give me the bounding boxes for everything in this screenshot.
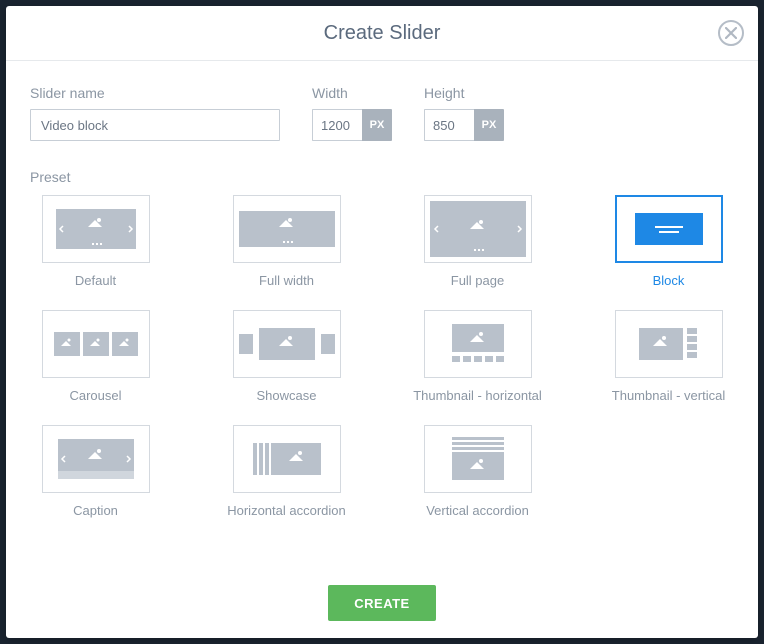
preview-block-icon bbox=[621, 201, 717, 257]
slider-name-input[interactable] bbox=[30, 109, 280, 141]
modal-footer: CREATE bbox=[6, 568, 758, 638]
preset-caption[interactable]: Caption bbox=[30, 425, 161, 518]
preset-thumb bbox=[233, 310, 341, 378]
preset-section-label: Preset bbox=[30, 169, 734, 185]
preset-thumb bbox=[424, 195, 532, 263]
preset-label: Showcase bbox=[257, 388, 317, 403]
width-label: Width bbox=[312, 85, 392, 101]
height-label: Height bbox=[424, 85, 504, 101]
preset-label: Thumbnail - horizontal bbox=[413, 388, 542, 403]
preset-showcase[interactable]: Showcase bbox=[221, 310, 352, 403]
preset-thumb bbox=[424, 425, 532, 493]
preset-block[interactable]: Block bbox=[603, 195, 734, 288]
preview-full-page-icon bbox=[430, 201, 526, 257]
preset-thumb bbox=[42, 310, 150, 378]
form-row: Slider name Width PX Height PX bbox=[30, 85, 734, 141]
preset-thumb bbox=[233, 195, 341, 263]
preview-caption-icon bbox=[48, 431, 144, 487]
preview-carousel-icon bbox=[48, 316, 144, 372]
preset-label: Carousel bbox=[69, 388, 121, 403]
preset-vertical-accordion[interactable]: Vertical accordion bbox=[412, 425, 543, 518]
close-icon bbox=[725, 27, 737, 39]
height-input[interactable] bbox=[424, 109, 474, 141]
preset-label: Default bbox=[75, 273, 116, 288]
preset-label: Full width bbox=[259, 273, 314, 288]
modal-body: Slider name Width PX Height PX Preset bbox=[6, 61, 758, 518]
preset-thumb bbox=[615, 195, 723, 263]
preview-thumb-vertical-icon bbox=[621, 316, 717, 372]
preset-carousel[interactable]: Carousel bbox=[30, 310, 161, 403]
preset-default[interactable]: Default bbox=[30, 195, 161, 288]
preset-thumb bbox=[424, 310, 532, 378]
preview-showcase-icon bbox=[239, 316, 335, 372]
preset-thumb bbox=[233, 425, 341, 493]
preset-horizontal-accordion[interactable]: Horizontal accordion bbox=[221, 425, 352, 518]
preset-label: Horizontal accordion bbox=[227, 503, 346, 518]
preset-full-page[interactable]: Full page bbox=[412, 195, 543, 288]
preset-label: Full page bbox=[451, 273, 504, 288]
preset-thumb bbox=[42, 425, 150, 493]
create-slider-modal: Create Slider Slider name Width PX Heigh… bbox=[6, 6, 758, 638]
preset-thumb bbox=[615, 310, 723, 378]
preset-label: Vertical accordion bbox=[426, 503, 529, 518]
modal-header: Create Slider bbox=[6, 6, 758, 61]
preview-v-accordion-icon bbox=[430, 431, 526, 487]
preset-thumb-horizontal[interactable]: Thumbnail - horizontal bbox=[412, 310, 543, 403]
preview-default-icon bbox=[48, 201, 144, 257]
slider-name-label: Slider name bbox=[30, 85, 280, 101]
width-unit: PX bbox=[362, 109, 392, 141]
preset-thumb bbox=[42, 195, 150, 263]
preset-thumb-vertical[interactable]: Thumbnail - vertical bbox=[603, 310, 734, 403]
height-field: Height PX bbox=[424, 85, 504, 141]
preview-thumb-horizontal-icon bbox=[430, 316, 526, 372]
modal-title: Create Slider bbox=[324, 22, 441, 45]
preset-grid: Default Full width bbox=[30, 195, 734, 518]
preset-full-width[interactable]: Full width bbox=[221, 195, 352, 288]
preset-label: Block bbox=[653, 273, 685, 288]
width-field: Width PX bbox=[312, 85, 392, 141]
preview-h-accordion-icon bbox=[239, 431, 335, 487]
close-button[interactable] bbox=[718, 20, 744, 46]
preset-label: Caption bbox=[73, 503, 118, 518]
preview-full-width-icon bbox=[239, 201, 335, 257]
height-unit: PX bbox=[474, 109, 504, 141]
width-input[interactable] bbox=[312, 109, 362, 141]
create-button[interactable]: CREATE bbox=[328, 585, 435, 621]
preset-label: Thumbnail - vertical bbox=[612, 388, 725, 403]
slider-name-field: Slider name bbox=[30, 85, 280, 141]
